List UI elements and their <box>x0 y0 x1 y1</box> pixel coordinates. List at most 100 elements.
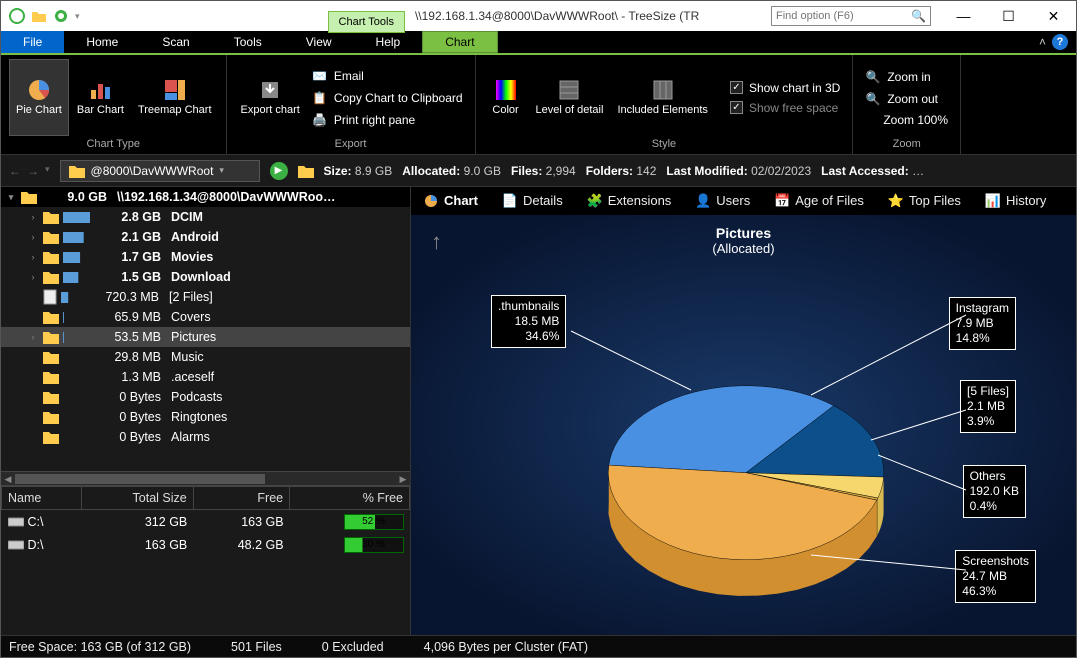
tree-row[interactable]: 0 BytesAlarms <box>1 427 410 447</box>
callout-instagram: Instagram7.9 MB14.8% <box>949 297 1016 350</box>
tab-top[interactable]: ⭐Top Files <box>876 189 973 213</box>
tree-row[interactable]: 0 BytesPodcasts <box>1 387 410 407</box>
menu-file[interactable]: File <box>1 31 64 53</box>
pie-chart-icon <box>423 193 439 209</box>
path-text: @8000\DavWWWRoot <box>91 164 214 178</box>
tab-history[interactable]: 📊History <box>973 189 1058 213</box>
calendar-icon: 📅 <box>774 193 790 209</box>
rescan-icon[interactable] <box>53 8 69 24</box>
find-option-search[interactable]: 🔍 <box>771 6 931 26</box>
show-3d-checkbox[interactable]: Show chart in 3D <box>726 80 844 96</box>
path-box[interactable]: @8000\DavWWWRoot ▾ <box>60 160 260 182</box>
nav-back-icon[interactable]: ← <box>9 164 21 178</box>
tab-details[interactable]: 📄Details <box>490 189 575 213</box>
folder-icon <box>298 164 314 178</box>
zoom-group-label: Zoom <box>861 136 952 154</box>
ribbon: Pie Chart Bar Chart Treemap Chart Chart … <box>1 55 1076 155</box>
tree-row[interactable]: 65.9 MBCovers <box>1 307 410 327</box>
included-elements-icon <box>651 78 675 102</box>
tree-row[interactable]: 0 BytesRingtones <box>1 407 410 427</box>
search-input[interactable] <box>776 10 911 22</box>
color-button[interactable]: Color <box>484 59 528 136</box>
tree-row[interactable]: ›2.8 GBDCIM <box>1 207 410 227</box>
search-icon: 🔍 <box>911 9 926 23</box>
horizontal-scrollbar[interactable]: ◀ ▶ <box>1 471 410 485</box>
drives-panel: Name Total Size Free % Free C:\312 GB163… <box>1 485 410 635</box>
status-cluster: 4,096 Bytes per Cluster (FAT) <box>424 640 588 654</box>
tree-row[interactable]: ›53.5 MBPictures <box>1 327 410 347</box>
right-pane: Chart 📄Details 🧩Extensions 👤Users 📅Age o… <box>411 187 1076 635</box>
chart-subtitle: (Allocated) <box>411 241 1076 256</box>
menu-scan[interactable]: Scan <box>140 31 211 53</box>
tab-extensions[interactable]: 🧩Extensions <box>575 189 684 213</box>
left-pane: ▾9.0 GB\\192.168.1.34@8000\DavWWWRoo…›2.… <box>1 187 411 635</box>
color-icon <box>494 78 518 102</box>
pie-chart-button[interactable]: Pie Chart <box>9 59 69 136</box>
tab-age[interactable]: 📅Age of Files <box>762 189 876 213</box>
chart-back-icon[interactable]: ↑ <box>431 229 442 255</box>
tree-row[interactable]: ›1.7 GBMovies <box>1 247 410 267</box>
show-free-space-checkbox[interactable]: Show free space <box>726 100 844 116</box>
included-elements-button[interactable]: Included Elements <box>611 59 714 136</box>
treemap-chart-button[interactable]: Treemap Chart <box>132 59 218 136</box>
col-total[interactable]: Total Size <box>81 487 193 510</box>
menu-help[interactable]: Help <box>354 31 423 53</box>
treemap-icon <box>163 78 187 102</box>
callout-screenshots: Screenshots24.7 MB46.3% <box>955 550 1036 603</box>
callout-others: Others192.0 KB0.4% <box>963 465 1026 518</box>
tab-chart[interactable]: Chart <box>411 189 490 213</box>
chart-type-group-label: Chart Type <box>9 136 218 154</box>
tree-row[interactable]: 1.3 MB.aceself <box>1 367 410 387</box>
close-button[interactable]: ✕ <box>1031 1 1076 31</box>
bar-chart-button[interactable]: Bar Chart <box>71 59 130 136</box>
go-button[interactable]: ▶ <box>270 162 288 180</box>
nav-dropdown-icon[interactable]: ▾ <box>45 164 50 178</box>
app-icon <box>9 8 25 24</box>
drive-row[interactable]: C:\312 GB163 GB52 % <box>2 510 410 534</box>
tree-row[interactable]: 29.8 MBMusic <box>1 347 410 367</box>
zoom-in-button[interactable]: 🔍Zoom in <box>861 68 952 86</box>
zoom-100-button[interactable]: Zoom 100% <box>861 112 952 128</box>
print-right-button[interactable]: 🖨️Print right pane <box>308 111 467 129</box>
extensions-icon: 🧩 <box>587 193 603 209</box>
col-free[interactable]: Free <box>193 487 289 510</box>
tree-root[interactable]: ▾9.0 GB\\192.168.1.34@8000\DavWWWRoo… <box>1 187 410 207</box>
right-tabs: Chart 📄Details 🧩Extensions 👤Users 📅Age o… <box>411 187 1076 215</box>
menu-tools[interactable]: Tools <box>212 31 284 53</box>
open-folder-icon[interactable] <box>31 8 47 24</box>
tree-row[interactable]: ›2.1 GBAndroid <box>1 227 410 247</box>
email-icon: ✉️ <box>312 68 328 84</box>
minimize-button[interactable]: ― <box>941 1 986 31</box>
menu-chart[interactable]: Chart <box>422 31 497 53</box>
tab-users[interactable]: 👤Users <box>683 189 762 213</box>
status-excluded: 0 Excluded <box>322 640 384 654</box>
drive-row[interactable]: D:\163 GB48.2 GB30 % <box>2 533 410 556</box>
menu-view[interactable]: View <box>284 31 354 53</box>
callout-thumbnails: .thumbnails18.5 MB34.6% <box>491 295 566 348</box>
maximize-button[interactable]: ☐ <box>986 1 1031 31</box>
qat-dropdown-icon[interactable]: ▾ <box>75 11 80 22</box>
level-detail-button[interactable]: Level of detail <box>530 59 610 136</box>
copy-chart-button[interactable]: 📋Copy Chart to Clipboard <box>308 89 467 107</box>
col-pct-free[interactable]: % Free <box>290 487 410 510</box>
statusbar: Free Space: 163 GB (of 312 GB) 501 Files… <box>1 635 1076 657</box>
pie-chart[interactable] <box>601 335 891 625</box>
star-icon: ⭐ <box>888 193 904 209</box>
nav-fwd-icon[interactable]: → <box>27 164 39 178</box>
checkbox-icon <box>730 101 743 114</box>
email-button[interactable]: ✉️Email <box>308 67 467 85</box>
tree-row[interactable]: ›1.5 GBDownload <box>1 267 410 287</box>
export-chart-button[interactable]: Export chart <box>235 59 306 136</box>
zoom-out-button[interactable]: 🔍Zoom out <box>861 90 952 108</box>
chart-area[interactable]: ↑ Pictures (Allocated) .thumbnails18.5 M… <box>411 215 1076 635</box>
checkbox-icon <box>730 81 743 94</box>
col-name[interactable]: Name <box>2 487 82 510</box>
collapse-ribbon-icon[interactable]: ˄ <box>1039 35 1046 49</box>
zoom-out-icon: 🔍 <box>865 91 881 107</box>
folder-icon <box>69 164 85 178</box>
menu-home[interactable]: Home <box>64 31 140 53</box>
directory-tree[interactable]: ▾9.0 GB\\192.168.1.34@8000\DavWWWRoo…›2.… <box>1 187 410 471</box>
menubar: File Home Scan Tools View Help Chart ˄ ? <box>1 31 1076 55</box>
tree-row[interactable]: 720.3 MB[2 Files] <box>1 287 410 307</box>
help-icon[interactable]: ? <box>1052 34 1068 50</box>
